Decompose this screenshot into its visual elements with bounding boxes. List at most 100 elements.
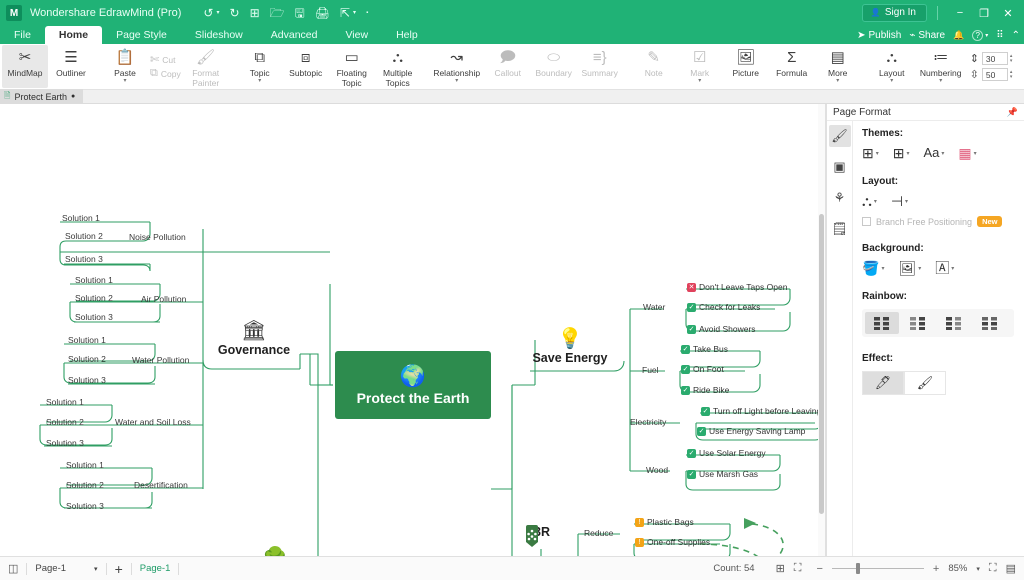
zoom-out-button[interactable]: − <box>816 563 822 575</box>
main-topic-3r[interactable]: 3R <box>522 524 562 539</box>
numbering-caret-icon[interactable]: ▾ <box>939 79 942 84</box>
paste-caret-icon[interactable]: ▾ <box>123 79 126 84</box>
branch-free-positioning-row[interactable]: Branch Free Positioning New <box>862 216 1016 227</box>
callout-button[interactable]: 🗩 Callout <box>485 45 531 88</box>
zoom-slider[interactable] <box>832 568 924 569</box>
numbering-button[interactable]: ≔ Numbering ▾ <box>915 45 967 88</box>
rainbow-option-2[interactable] <box>901 312 935 334</box>
topic-fuel[interactable]: Fuel <box>640 365 661 375</box>
print-icon[interactable]: 🖨 <box>315 7 330 19</box>
redo-icon[interactable]: ↻ <box>230 7 240 19</box>
rail-clipart-panel-icon[interactable]: ⚘ <box>829 187 851 209</box>
note-button[interactable]: ✎ Note <box>631 45 677 88</box>
layout-button[interactable]: ⛬ Layout ▾ <box>869 45 915 88</box>
topic-ride-bike[interactable]: ✓ Ride Bike <box>679 384 731 396</box>
paste-button[interactable]: 📋 Paste ▾ <box>102 45 148 88</box>
topic-button[interactable]: ⧉ Topic ▾ <box>237 45 283 88</box>
maximize-button[interactable]: ❐ <box>972 7 996 20</box>
more-caret-icon[interactable]: ▾ <box>836 79 839 84</box>
topic-soil-solution-3[interactable]: Solution 3 <box>44 438 86 448</box>
effect-hand-drawn-button[interactable]: 🖌 <box>904 371 946 395</box>
undo-icon[interactable]: ↺ <box>203 7 213 19</box>
theme-color-button[interactable]: ▦ ▾ <box>958 146 976 160</box>
vertical-spacing-stepper[interactable]: 50 ▴▾ <box>982 68 1013 81</box>
page-selector[interactable]: Page-1 ▾ <box>35 563 97 574</box>
topic-water-and-soil-loss[interactable]: Water and Soil Loss <box>113 417 193 427</box>
background-watermark-button[interactable]: 🄰 ▾ <box>935 261 954 275</box>
topic-use-solar-energy[interactable]: ✓ Use Solar Energy <box>685 447 768 459</box>
topic-reduce[interactable]: Reduce <box>582 528 615 538</box>
central-topic[interactable]: 🌍 Protect the Earth <box>335 351 491 419</box>
undo-dropdown-icon[interactable]: ▾ <box>216 10 219 16</box>
layout-org-button[interactable]: ⛬ ▾ <box>862 194 877 208</box>
background-fill-button[interactable]: 🪣 ▾ <box>862 261 884 275</box>
cut-button[interactable]: ✄ Cut <box>148 53 183 66</box>
topic-noise-solution-1[interactable]: Solution 1 <box>60 213 102 223</box>
rainbow-option-1[interactable] <box>865 312 899 334</box>
topic-desertification[interactable]: Desertification <box>132 480 190 490</box>
topic-air-solution-1[interactable]: Solution 1 <box>73 275 115 285</box>
save-icon[interactable]: 🖫 <box>295 7 305 19</box>
grid-icon[interactable]: ⠿ <box>996 30 1003 41</box>
document-modified-dot-icon[interactable]: ● <box>71 93 75 100</box>
more-insert-button[interactable]: ▤ More ▾ <box>815 45 861 88</box>
topic-desert-solution-3[interactable]: Solution 3 <box>64 501 106 511</box>
topic-water[interactable]: Water <box>641 302 667 312</box>
minimize-button[interactable]: − <box>948 7 972 19</box>
mindmap-canvas[interactable]: Solution 1 Solution 2 Solution 3 Noise P… <box>0 104 826 556</box>
mindmap-button[interactable]: ✂ MindMap <box>2 45 48 88</box>
topic-desert-solution-1[interactable]: Solution 1 <box>64 460 106 470</box>
topic-air-solution-2[interactable]: Solution 2 <box>73 293 115 303</box>
rail-format-brush-icon[interactable]: 🖌 <box>829 125 851 147</box>
canvas-scroll-thumb[interactable] <box>819 214 824 514</box>
document-tab-protect-earth[interactable]: 🗎 Protect Earth ● <box>0 89 83 105</box>
bell-icon[interactable]: 🔔 <box>953 30 964 41</box>
collapse-ribbon-icon[interactable]: ⌃ <box>1012 30 1020 41</box>
help-caret-icon[interactable]: ▾ <box>985 32 988 39</box>
topic-soil-solution-2[interactable]: Solution 2 <box>44 417 86 427</box>
main-topic-governance[interactable]: 🏛 Governance <box>218 320 290 357</box>
zoom-slider-thumb[interactable] <box>856 563 860 574</box>
sign-in-button[interactable]: 👤 Sign In <box>862 4 927 22</box>
fit-page-icon[interactable]: ⊞ <box>776 562 785 575</box>
zoom-level-label[interactable]: 85% <box>948 563 967 574</box>
more-icon[interactable]: ▪ <box>366 10 368 16</box>
vertical-spacing-arrows[interactable]: ▴▾ <box>1010 70 1013 80</box>
menu-item-slideshow[interactable]: Slideshow <box>181 26 257 44</box>
add-page-button[interactable]: + <box>115 561 123 577</box>
menu-item-view[interactable]: View <box>331 26 382 44</box>
rail-task-panel-icon[interactable]: 🗒 <box>829 218 851 240</box>
floating-topic-button[interactable]: ▭ Floating Topic <box>329 45 375 88</box>
effect-solid-button[interactable]: 🖊 <box>862 371 904 395</box>
share-button[interactable]: ⌁ Share <box>909 30 945 41</box>
topic-plastic-bags[interactable]: ! Plastic Bags <box>633 516 696 528</box>
horizontal-spacing-value[interactable]: 30 <box>982 52 1008 65</box>
topic-take-bus[interactable]: ✓ Take Bus <box>679 343 730 355</box>
multiple-topics-button[interactable]: ⛬ Multiple Topics <box>375 45 421 88</box>
subtopic-button[interactable]: ⧈ Subtopic <box>283 45 329 88</box>
topic-soil-solution-1[interactable]: Solution 1 <box>44 397 86 407</box>
outliner-button[interactable]: ☰ Outliner <box>48 45 94 88</box>
layout-caret-icon[interactable]: ▾ <box>890 79 893 84</box>
layout-branch-button[interactable]: ⊣ ▾ <box>891 194 908 208</box>
menu-item-page-style[interactable]: Page Style <box>102 26 181 44</box>
topic-dont-leave-taps-open[interactable]: ✕ Don't Leave Taps Open <box>685 281 789 293</box>
publish-button[interactable]: ➤ Publish <box>857 30 901 41</box>
mark-button[interactable]: ☑ Mark ▾ <box>677 45 723 88</box>
theme-grid-button[interactable]: ⊞ ▾ <box>862 146 879 160</box>
canvas-vertical-scrollbar[interactable] <box>818 104 825 556</box>
rail-style-panel-icon[interactable]: ▣ <box>829 156 851 178</box>
main-topic-save-energy[interactable]: 💡 Save Energy <box>528 328 612 365</box>
topic-use-marsh-gas[interactable]: ✓ Use Marsh Gas <box>685 468 760 480</box>
page-view-icon[interactable]: ◫ <box>8 562 18 575</box>
vertical-spacing-value[interactable]: 50 <box>982 68 1008 81</box>
copy-button[interactable]: ⧉ Copy <box>148 67 183 80</box>
summary-button[interactable]: ≡} Summary <box>577 45 623 88</box>
horizontal-spacing-stepper[interactable]: 30 ▴▾ <box>982 52 1013 65</box>
pin-icon[interactable]: 📌 <box>1007 107 1018 118</box>
focus-mode-icon[interactable]: ⛶ <box>989 562 997 575</box>
main-topic-plant[interactable]: 🌳 Plant <box>242 547 308 556</box>
topic-desert-solution-2[interactable]: Solution 2 <box>64 480 106 490</box>
page-tab-page-1[interactable]: Page-1 <box>140 563 171 574</box>
topic-water-solution-2[interactable]: Solution 2 <box>66 354 108 364</box>
